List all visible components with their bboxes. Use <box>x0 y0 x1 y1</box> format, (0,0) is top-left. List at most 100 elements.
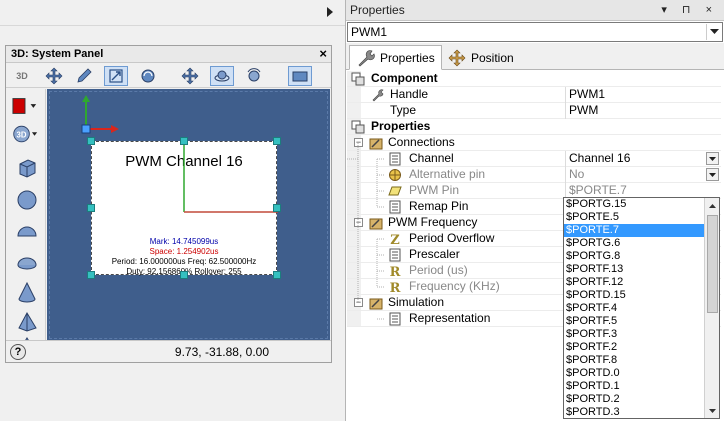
component-selector[interactable]: PWM1 <box>347 22 723 42</box>
system-panel-title-text: 3D: System Panel <box>11 48 104 60</box>
dropdown-option[interactable]: $PORTF.2 <box>564 341 705 354</box>
orbit-icon[interactable] <box>210 66 234 86</box>
collapse-icon[interactable]: − <box>354 138 363 147</box>
dropdown-option[interactable]: $PORTF.3 <box>564 328 705 341</box>
resize-handle[interactable] <box>87 204 95 212</box>
row-gutter <box>347 279 361 294</box>
sphere-icon[interactable] <box>14 187 40 213</box>
row-gutter <box>347 247 361 262</box>
close-icon[interactable]: × <box>319 46 327 62</box>
position-icon <box>448 49 466 66</box>
resize-handle[interactable] <box>87 137 95 145</box>
dropdown-option[interactable]: $PORTF.12 <box>564 276 705 289</box>
resize-handle[interactable] <box>273 204 281 212</box>
row-gutter <box>347 103 361 118</box>
property-row-type[interactable]: Type PWM <box>347 103 721 119</box>
section-properties[interactable]: Properties <box>347 119 721 135</box>
dropdown-option[interactable]: $PORTG.15 <box>564 198 705 211</box>
dropdown-option[interactable]: $PORTG.6 <box>564 237 705 250</box>
scroll-down-icon[interactable] <box>705 403 719 418</box>
section-component[interactable]: Component <box>347 71 721 87</box>
property-value[interactable]: PWM1 <box>565 87 721 103</box>
hemisphere-icon[interactable] <box>14 219 40 245</box>
help-icon[interactable]: ? <box>10 344 26 360</box>
cone-icon[interactable] <box>14 279 40 305</box>
dropdown-option[interactable]: $PORTF.5 <box>564 315 705 328</box>
3d-toggle-button[interactable]: 3D <box>10 66 34 86</box>
row-gutter <box>347 167 361 182</box>
camera-view-icon[interactable] <box>288 66 312 86</box>
property-label: Prescaler <box>409 247 460 261</box>
property-row-channel[interactable]: Channel Channel 16 <box>347 151 721 167</box>
section-label: Properties <box>371 119 431 133</box>
property-value[interactable]: PWM <box>565 103 721 119</box>
pwm-component[interactable]: PWM Channel 16 Mark: 14.745099us Space: … <box>87 137 281 279</box>
zoom-rotate-icon[interactable] <box>242 66 266 86</box>
dropdown-option[interactable]: $PORTF.4 <box>564 302 705 315</box>
resize-handle[interactable] <box>273 271 281 279</box>
color-picker-icon[interactable] <box>12 93 38 119</box>
svg-text:3D: 3D <box>17 130 27 139</box>
property-label: Representation <box>409 311 491 325</box>
dropdown-option[interactable]: $PORTE.5 <box>564 211 705 224</box>
wrench-icon <box>372 89 384 102</box>
view-3d-icon[interactable]: 3D 3D <box>12 121 38 147</box>
dropdown-option[interactable]: $PORTD.2 <box>564 393 705 406</box>
dropdown-scrollbar[interactable] <box>704 198 719 418</box>
dropdown-option[interactable]: $PORTG.8 <box>564 250 705 263</box>
resize-handle[interactable] <box>87 271 95 279</box>
property-label: Alternative pin <box>409 167 486 181</box>
property-value[interactable]: No <box>565 167 721 183</box>
dome-icon[interactable] <box>14 249 40 275</box>
tab-position[interactable]: Position <box>441 45 520 70</box>
properties-tabs: Properties Position <box>346 43 724 70</box>
3d-viewport[interactable]: PWM Channel 16 Mark: 14.745099us Space: … <box>47 89 330 341</box>
property-value[interactable]: Channel 16 <box>565 151 721 167</box>
property-value-text: Channel 16 <box>569 151 631 165</box>
dropdown-option[interactable]: $PORTD.15 <box>564 289 705 302</box>
dropdown-option[interactable]: $PORTD.3 <box>564 406 705 418</box>
property-label: Period (us) <box>409 263 468 277</box>
pin-dropdown-list[interactable]: $PORTG.15 $PORTE.5 $PORTE.7 $PORTG.6 $PORTG.… <box>563 197 720 419</box>
chevron-down-icon[interactable] <box>706 24 721 40</box>
row-gutter <box>347 311 361 326</box>
pencil-icon[interactable] <box>72 66 96 86</box>
section-label: Component <box>371 71 438 85</box>
property-row-alternative-pin[interactable]: Alternative pin No <box>347 167 721 183</box>
tab-properties[interactable]: Properties <box>349 45 442 70</box>
group-label: Connections <box>388 135 455 149</box>
panel-window-controls[interactable]: ▾ ⊓ × <box>661 0 718 21</box>
property-row-handle[interactable]: Handle PWM1 <box>347 87 721 103</box>
collapse-icon[interactable]: − <box>354 218 363 227</box>
resize-handle[interactable] <box>180 271 188 279</box>
cube-icon[interactable] <box>14 155 40 181</box>
pyramid-icon[interactable] <box>14 309 40 335</box>
dropdown-option[interactable]: $PORTD.1 <box>564 380 705 393</box>
folder-tools-icon <box>369 298 383 310</box>
resize-handle[interactable] <box>273 137 281 145</box>
group-connections[interactable]: − Connections <box>347 135 721 151</box>
chevron-down-icon[interactable] <box>706 152 719 165</box>
scroll-thumb[interactable] <box>707 215 718 313</box>
move-icon[interactable] <box>42 66 66 86</box>
dropdown-option[interactable]: $PORTF.13 <box>564 263 705 276</box>
wrench-icon <box>358 49 375 66</box>
dropdown-option[interactable]: $PORTF.8 <box>564 354 705 367</box>
left-top-strip <box>0 0 345 26</box>
dropdown-option[interactable]: $PORTE.7 <box>564 224 705 237</box>
dropdown-option[interactable]: $PORTD.0 <box>564 367 705 380</box>
properties-title: Properties <box>350 3 405 17</box>
scroll-up-icon[interactable] <box>705 198 719 213</box>
resize-handle[interactable] <box>180 137 188 145</box>
rotate-icon[interactable] <box>136 66 160 86</box>
scale-icon[interactable] <box>104 66 128 86</box>
pan-icon[interactable] <box>178 66 202 86</box>
property-label: Handle <box>390 87 429 101</box>
chevron-down-icon[interactable] <box>706 168 719 181</box>
expand-arrow-icon[interactable] <box>327 7 333 17</box>
shape-toolbar: 3D 3D <box>6 89 46 341</box>
list-icon <box>389 152 401 166</box>
row-gutter <box>347 263 361 278</box>
collapse-icon[interactable]: − <box>354 298 363 307</box>
r-letter-icon: R <box>390 281 401 294</box>
